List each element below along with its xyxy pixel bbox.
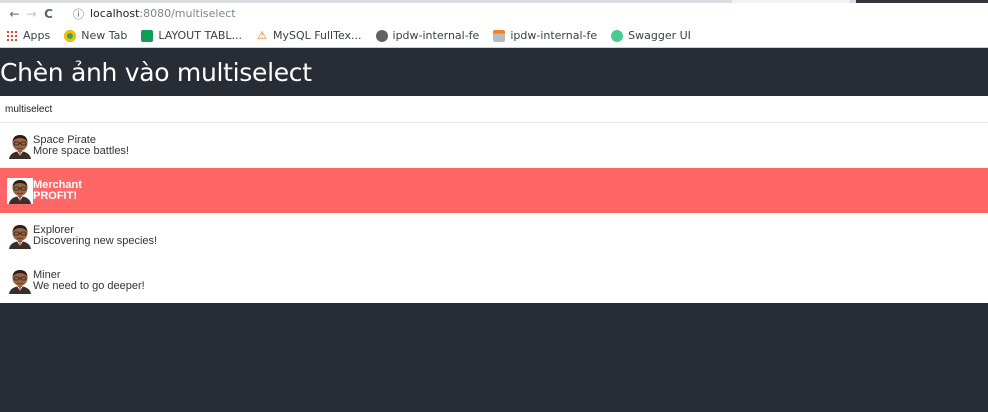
bookmarks-bar: Apps New Tab LAYOUT TABL... ⚠ MySQL Full…: [0, 24, 988, 48]
chrome-icon: [64, 29, 77, 42]
bookmark-label: Apps: [23, 29, 51, 42]
forward-icon[interactable]: →: [23, 7, 40, 21]
bookmark-label: ipdw-internal-fe: [392, 29, 480, 42]
bookmark-apps[interactable]: Apps: [6, 29, 50, 42]
swagger-icon: [611, 29, 624, 42]
multiselect-search: [0, 96, 988, 123]
option-desc: We need to go deeper!: [33, 279, 145, 292]
site-info-icon[interactable]: ⓘ: [73, 6, 84, 22]
browser-toolbar: ← → C ⓘ localhost:8080/multiselect: [0, 3, 988, 24]
multiselect-search-input[interactable]: [5, 103, 605, 115]
bookmark-new-tab[interactable]: New Tab: [64, 29, 127, 42]
avatar-icon: [7, 177, 33, 204]
url-host: localhost: [90, 7, 140, 20]
option-title: Explorer: [33, 223, 74, 236]
option-title: Miner: [33, 268, 61, 281]
option-desc: Discovering new species!: [33, 234, 158, 247]
bookmark-label: LAYOUT TABL...: [158, 29, 243, 42]
bookmark-ipdw-1[interactable]: ipdw-internal-fe: [375, 29, 480, 42]
bookmark-label: MySQL FullTex...: [273, 29, 362, 42]
avatar-icon: [9, 224, 31, 249]
url-path: :8080/multiselect: [139, 7, 236, 20]
app-header: Chèn ảnh vào multiselect: [0, 48, 988, 96]
avatar-icon: [9, 269, 31, 294]
option-explorer[interactable]: Explorer Discovering new species!: [0, 213, 988, 258]
address-bar[interactable]: localhost:8080/multiselect: [90, 7, 236, 20]
back-icon[interactable]: ←: [6, 7, 23, 21]
bookmark-label: ipdw-internal-fe: [510, 29, 598, 42]
option-title: Merchant: [33, 178, 82, 191]
multiselect-options: Space Pirate More space battles! Merchan…: [0, 123, 988, 303]
globe-icon: [375, 29, 388, 42]
option-desc: More space battles!: [33, 144, 129, 157]
browser-tab-strip: [0, 0, 988, 3]
bookmark-label: New Tab: [81, 29, 128, 42]
option-space-pirate[interactable]: Space Pirate More space battles!: [0, 123, 988, 168]
avatar-icon: [9, 134, 31, 159]
mysql-icon: ⚠: [257, 28, 267, 42]
bookmark-mysql[interactable]: ⚠ MySQL FullTex...: [256, 28, 362, 42]
page-title: Chèn ảnh vào multiselect: [0, 57, 312, 87]
reload-icon[interactable]: C: [40, 7, 57, 21]
bookmark-ipdw-2[interactable]: ipdw-internal-fe: [493, 29, 597, 42]
option-merchant[interactable]: Merchant PROFIT!: [0, 168, 988, 213]
apps-grid-icon: [6, 29, 18, 42]
bookmark-layout-table[interactable]: LAYOUT TABL...: [141, 29, 242, 42]
option-title: Space Pirate: [33, 133, 96, 146]
sheets-icon: [141, 29, 154, 42]
bookmark-swagger[interactable]: Swagger UI: [611, 29, 691, 42]
stackoverflow-icon: [493, 29, 506, 42]
bookmark-label: Swagger UI: [628, 29, 691, 42]
option-miner[interactable]: Miner We need to go deeper!: [0, 258, 988, 303]
browser-tab[interactable]: [732, 0, 850, 3]
option-desc: PROFIT!: [33, 189, 77, 202]
browser-tab[interactable]: [856, 0, 988, 3]
